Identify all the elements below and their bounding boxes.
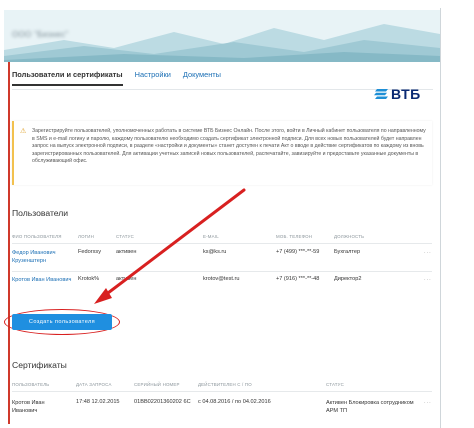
col-serial: Серийный номер [134,382,180,387]
vtb-logo: ВТБ [374,86,421,102]
right-frame-line [440,8,441,428]
vtb-stripes-icon [374,89,388,99]
table-row[interactable]: Кротов Иван Иванович 17:48 12.02.2015 01… [12,399,432,421]
user-login: Krotok% [78,276,100,282]
cert-user: Кротов Иван Иванович [12,400,45,414]
user-position: Директор2 [334,276,362,282]
table-row[interactable]: Федор Иванович Крузенштерн Fedorxsy акти… [12,249,432,269]
certificates-section-title: Сертификаты [12,360,67,370]
cert-status: Активен Блокировка сотрудником АРМ ТП [326,400,414,414]
tabs-divider [12,89,433,90]
col-phone: Моб. телефон [276,234,313,239]
app-frame: ООО "Бизнес" Пользователи и сертификаты … [0,0,474,428]
col-login: Логин [78,234,95,239]
organization-title: ООО "Бизнес" [12,30,69,39]
cert-date: 17:48 12.02.2015 [76,399,120,405]
user-login: Fedorxsy [78,249,102,255]
user-phone: +7 (499) ***-**-59 [276,249,320,255]
warning-icon: ⚠ [20,128,27,135]
table-row[interactable]: Кротов Иван Иванович Krotok% активен kro… [12,276,432,296]
tab-documents[interactable]: Документы [183,70,221,86]
row-menu-icon[interactable]: ... [424,399,432,405]
mountains-illustration [4,10,440,62]
user-email: krotov@test.ru [203,276,240,282]
logo-text: ВТБ [391,86,421,102]
cert-valid: c 04.08.2016 / по 04.02.2016 [198,399,271,405]
col-name: ФИО пользователя [12,234,62,239]
user-name-link[interactable]: Федор Иванович Крузенштерн [12,249,74,265]
cert-serial: 01BB02201360202 6C [134,399,191,405]
user-email: ks@ks.ru [203,249,227,255]
user-status: активен [116,276,137,282]
col-valid: Действителен с / по [198,382,252,387]
left-frame-line [8,62,10,424]
user-name-link[interactable]: Кротов Иван Иванович [12,276,74,284]
row-menu-icon[interactable]: ... [424,249,432,255]
info-notice: ⚠ Зарегистрируйте пользователей, уполном… [12,121,432,185]
users-header-rule [12,243,432,244]
col-user: Пользователь [12,382,50,387]
col-cert-status: Статус [326,382,344,387]
tab-settings[interactable]: Настройки [135,70,171,86]
create-user-button[interactable]: Создать пользователя [12,314,112,330]
col-status: Статус [116,234,134,239]
col-request-date: Дата запроса [76,382,112,387]
users-row-rule [12,271,432,272]
tab-bar: Пользователи и сертификаты Настройки Док… [12,70,221,86]
notice-text: Зарегистрируйте пользователей, уполномоч… [32,128,426,165]
user-status: активен [116,249,137,255]
annotation-arrow [94,188,246,304]
users-section-title: Пользователи [12,208,69,218]
certs-header-rule [12,391,432,392]
col-position: Должность [334,234,365,239]
user-position: Бухгалтер [334,249,361,255]
tab-users-certificates[interactable]: Пользователи и сертификаты [12,70,123,86]
col-email: E-mail [203,234,219,239]
header-banner: ООО "Бизнес" [4,10,440,62]
user-phone: +7 (916) ***-**-48 [276,276,320,282]
row-menu-icon[interactable]: ... [424,276,432,282]
